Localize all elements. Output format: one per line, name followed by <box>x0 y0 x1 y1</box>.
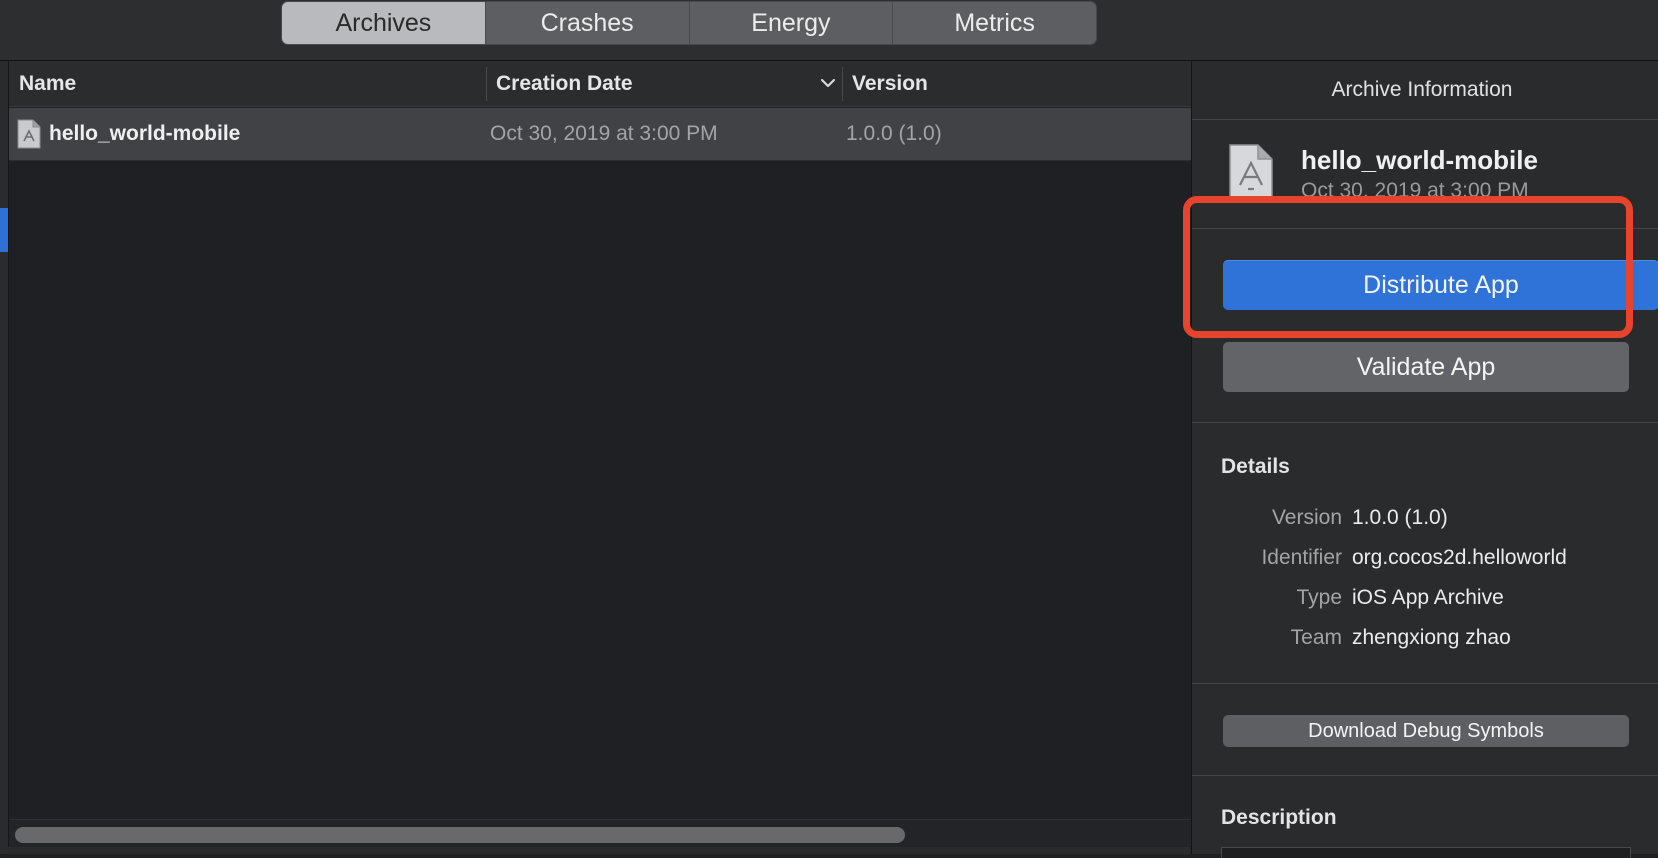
details-heading: Details <box>1221 455 1290 478</box>
tab-energy[interactable]: Energy <box>688 2 893 44</box>
sidebar-edge <box>0 61 9 854</box>
bottom-bar <box>0 847 1190 854</box>
divider <box>1192 228 1658 229</box>
column-divider[interactable] <box>842 67 843 101</box>
archive-creation-date: Oct 30, 2019 at 3:00 PM <box>490 122 718 145</box>
tab-archives[interactable]: Archives <box>282 2 485 44</box>
column-header-creation-date[interactable]: Creation Date <box>496 61 633 106</box>
divider <box>1192 683 1658 684</box>
detail-label-version: Version <box>1271 506 1342 529</box>
archive-date: Oct 30, 2019 at 3:00 PM <box>1301 179 1529 202</box>
inspector-title: Archive Information <box>1331 78 1513 101</box>
tab-metrics[interactable]: Metrics <box>892 2 1096 44</box>
archive-version: 1.0.0 (1.0) <box>846 122 942 145</box>
distribute-app-button[interactable]: Distribute App <box>1223 260 1658 310</box>
column-header-version[interactable]: Version <box>852 61 928 106</box>
archive-inspector: Archive Information hello_world-mobile O… <box>1191 61 1658 858</box>
segmented-control: Archives Crashes Energy Metrics <box>282 2 1096 44</box>
detail-value-team: zhengxiong zhao <box>1352 626 1511 649</box>
table-row[interactable]: hello_world-mobile Oct 30, 2019 at 3:00 … <box>9 108 1191 161</box>
divider <box>1192 119 1658 120</box>
column-header-name[interactable]: Name <box>19 61 76 106</box>
column-divider[interactable] <box>486 67 487 101</box>
divider <box>1192 775 1658 776</box>
table-header: Name Creation Date Version <box>9 61 1191 107</box>
detail-value-type: iOS App Archive <box>1352 586 1504 609</box>
download-debug-symbols-button[interactable]: Download Debug Symbols <box>1223 715 1629 747</box>
divider <box>1192 422 1658 423</box>
archive-name: hello_world-mobile <box>49 122 241 145</box>
detail-label-type: Type <box>1296 586 1342 609</box>
chevron-down-icon[interactable] <box>819 74 837 92</box>
app-archive-icon <box>1229 144 1273 198</box>
detail-label-identifier: Identifier <box>1261 546 1342 569</box>
description-field[interactable] <box>1221 847 1631 858</box>
toolbar: Archives Crashes Energy Metrics <box>0 0 1658 61</box>
detail-label-team: Team <box>1290 626 1342 649</box>
detail-value-identifier: org.cocos2d.helloworld <box>1352 546 1567 569</box>
archives-table: Name Creation Date Version hello_world-m… <box>9 61 1191 855</box>
archive-title: hello_world-mobile <box>1301 145 1538 175</box>
description-heading: Description <box>1221 806 1337 829</box>
sidebar-selection-indicator <box>0 208 8 252</box>
detail-value-version: 1.0.0 (1.0) <box>1352 506 1448 529</box>
validate-app-button[interactable]: Validate App <box>1223 342 1629 392</box>
app-archive-icon <box>17 119 41 149</box>
horizontal-scrollbar[interactable] <box>15 827 905 843</box>
tab-crashes[interactable]: Crashes <box>484 2 689 44</box>
